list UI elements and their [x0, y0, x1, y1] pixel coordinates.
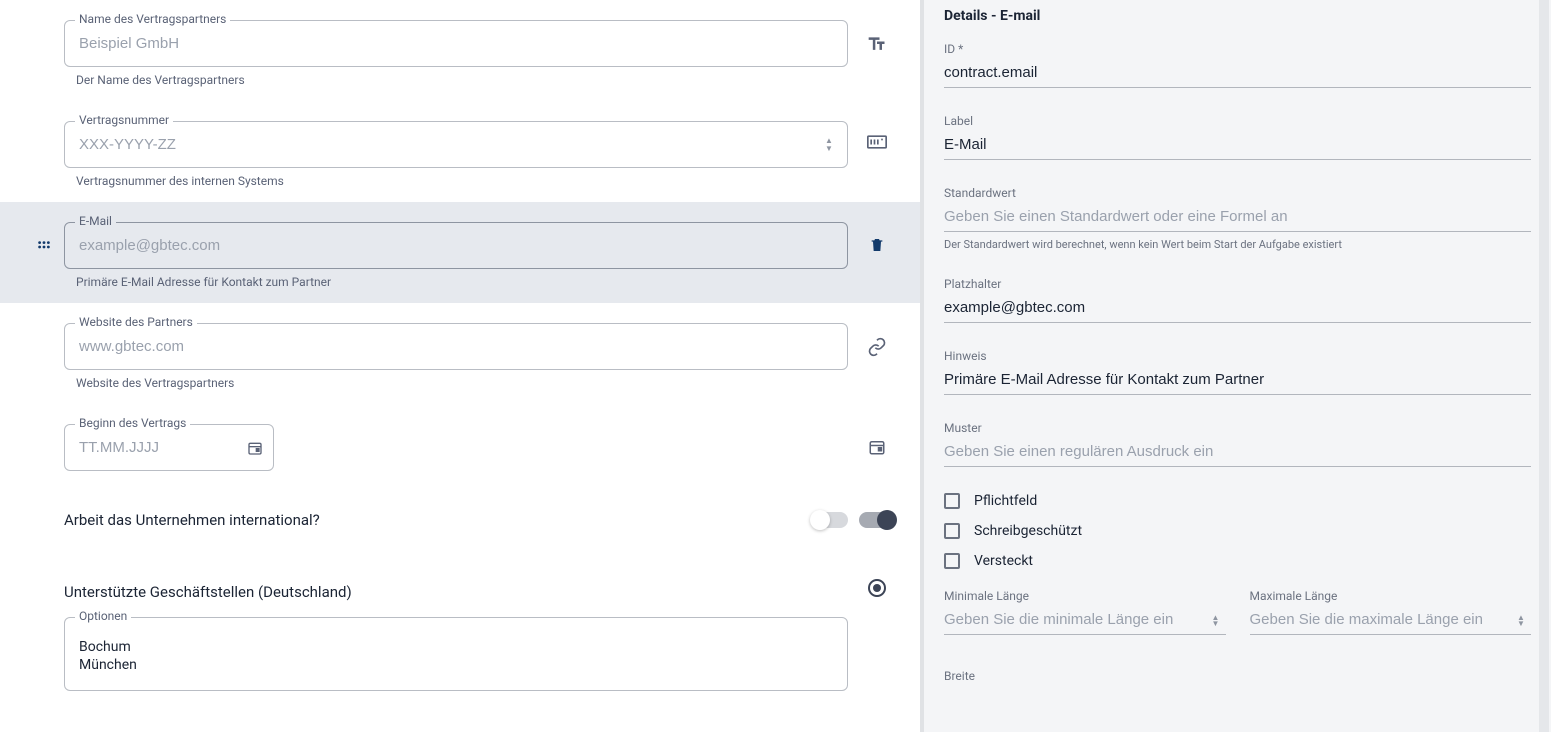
detail-pattern-label: Muster — [944, 421, 1531, 435]
detail-placeholder-field: Platzhalter — [944, 277, 1531, 323]
website-fieldset: Website des Partners — [64, 323, 848, 370]
detail-maxlen-input[interactable] — [1250, 607, 1532, 635]
details-panel-title: Details - E-mail — [944, 0, 1531, 42]
calendar-icon — [854, 408, 900, 456]
website-label: Website des Partners — [75, 315, 197, 329]
start-date-input[interactable] — [65, 425, 273, 470]
detail-pattern-field: Muster — [944, 421, 1531, 467]
field-row-website[interactable]: Website des Partners Website des Vertrag… — [0, 303, 920, 404]
partner-name-helper: Der Name des Vertragspartners — [76, 73, 848, 87]
detail-minlen-label: Minimale Länge — [944, 589, 1226, 603]
number-spinner[interactable]: ▲▼ — [825, 135, 839, 155]
contract-number-input[interactable] — [65, 122, 847, 167]
detail-maxlen-label: Maximale Länge — [1250, 589, 1532, 603]
detail-default-field: Standardwert Der Standardwert wird berec… — [944, 186, 1531, 251]
detail-placeholder-label: Platzhalter — [944, 277, 1531, 291]
contract-number-fieldset: Vertragsnummer ▲▼ — [64, 121, 848, 168]
detail-label-label: Label — [944, 114, 1531, 128]
start-date-label: Beginn des Vertrags — [75, 416, 190, 430]
email-helper: Primäre E-Mail Adresse für Kontakt zum P… — [76, 275, 848, 289]
detail-minlen-input[interactable] — [944, 607, 1226, 635]
calendar-inner-icon[interactable] — [247, 440, 263, 456]
detail-width-field: Breite — [944, 669, 1531, 683]
check-hidden-box[interactable] — [944, 553, 960, 569]
website-helper: Website des Vertragspartners — [76, 376, 848, 390]
partner-name-fieldset: Name des Vertragspartners — [64, 20, 848, 67]
detail-minlen-field: Minimale Länge ▲▼ — [944, 589, 1226, 635]
detail-label-field: Label — [944, 114, 1531, 160]
maxlen-spinner[interactable]: ▲▼ — [1517, 615, 1531, 627]
check-hidden-label: Versteckt — [974, 553, 1033, 569]
international-question-label: Arbeit das Unternehmen international? — [64, 511, 320, 529]
email-input[interactable] — [65, 223, 847, 268]
start-date-fieldset: Beginn des Vertrags — [64, 424, 274, 471]
field-row-partner-name[interactable]: Name des Vertragspartners Der Name des V… — [0, 0, 920, 101]
contract-number-label: Vertragsnummer — [75, 113, 173, 127]
detail-id-label: ID * — [944, 42, 1531, 56]
check-hidden-row[interactable]: Versteckt — [944, 553, 1531, 569]
detail-default-helper: Der Standardwert wird berechnet, wenn ke… — [944, 238, 1531, 251]
detail-hint-field: Hinweis — [944, 349, 1531, 395]
offices-options-label: Optionen — [75, 609, 131, 623]
link-icon — [854, 307, 900, 357]
check-readonly-row[interactable]: Schreibgeschützt — [944, 523, 1531, 539]
offices-heading: Unterstützte Geschäftstellen (Deutschlan… — [64, 583, 848, 601]
email-label: E-Mail — [75, 214, 116, 228]
check-readonly-box[interactable] — [944, 523, 960, 539]
detail-id-input[interactable] — [944, 60, 1531, 88]
radio-type-icon — [854, 575, 900, 597]
partner-name-label: Name des Vertragspartners — [75, 12, 230, 26]
field-row-start-date[interactable]: Beginn des Vertrags — [0, 404, 920, 483]
detail-maxlen-field: Maximale Länge ▲▼ — [1250, 589, 1532, 635]
check-required-label: Pflichtfeld — [974, 493, 1037, 509]
detail-label-input[interactable] — [944, 132, 1531, 160]
international-toggle[interactable] — [812, 512, 848, 528]
toggle-type-icon — [854, 512, 900, 528]
scrollbar[interactable] — [1539, 0, 1549, 732]
drag-handle-icon[interactable] — [30, 206, 58, 254]
trash-icon[interactable] — [854, 206, 900, 254]
detail-default-label: Standardwert — [944, 186, 1531, 200]
minlen-spinner[interactable]: ▲▼ — [1212, 615, 1226, 627]
offices-options-fieldset: Optionen Bochum München — [64, 617, 848, 691]
field-row-contract-number[interactable]: Vertragsnummer ▲▼ Vertragsnummer des int… — [0, 101, 920, 202]
field-row-international[interactable]: Arbeit das Unternehmen international? — [0, 483, 920, 557]
check-required-row[interactable]: Pflichtfeld — [944, 493, 1531, 509]
check-readonly-label: Schreibgeschützt — [974, 523, 1082, 539]
field-row-email[interactable]: E-Mail Primäre E-Mail Adresse für Kontak… — [0, 202, 920, 303]
detail-placeholder-input[interactable] — [944, 295, 1531, 323]
detail-hint-input[interactable] — [944, 367, 1531, 395]
field-row-offices[interactable]: Unterstützte Geschäftstellen (Deutschlan… — [0, 557, 920, 703]
email-fieldset: E-Mail — [64, 222, 848, 269]
text-size-icon — [854, 4, 900, 54]
detail-id-field: ID * — [944, 42, 1531, 88]
detail-default-input[interactable] — [944, 204, 1531, 232]
office-option-muenchen: München — [65, 656, 847, 674]
office-option-bochum: Bochum — [65, 638, 847, 656]
number-panel-icon — [854, 105, 900, 149]
check-required-box[interactable] — [944, 493, 960, 509]
detail-width-label: Breite — [944, 669, 1531, 683]
website-input[interactable] — [65, 324, 847, 369]
contract-number-helper: Vertragsnummer des internen Systems — [76, 174, 848, 188]
detail-hint-label: Hinweis — [944, 349, 1531, 363]
partner-name-input[interactable] — [65, 21, 847, 66]
detail-pattern-input[interactable] — [944, 439, 1531, 467]
